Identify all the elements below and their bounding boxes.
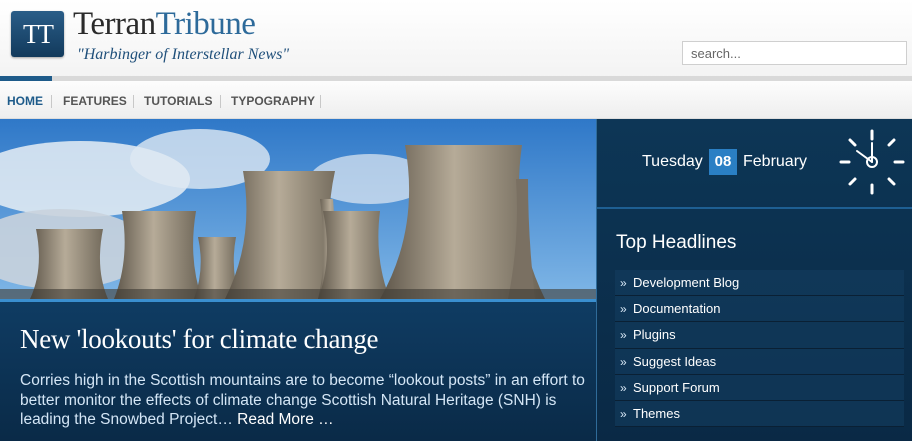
search-input[interactable]	[682, 41, 907, 65]
double-chevron-right-icon: »	[620, 302, 627, 317]
headline-label: Themes	[633, 405, 680, 421]
sidebar-divider	[597, 207, 912, 209]
site-title-first: Terran	[73, 6, 156, 42]
headline-label: Support Forum	[633, 379, 720, 395]
nav-item-tutorials[interactable]: TUTORIALS	[144, 81, 212, 119]
date-number-badge: 08	[709, 149, 737, 175]
headline-item[interactable]: » Plugins	[615, 322, 904, 349]
nav-item-typography[interactable]: TYPOGRAPHY	[231, 81, 315, 119]
featured-title[interactable]: New 'lookouts' for climate change	[20, 324, 379, 355]
site-tagline: "Harbinger of Interstellar News"	[77, 46, 290, 63]
double-chevron-right-icon: »	[620, 354, 627, 369]
nav-item-home[interactable]: HOME	[7, 81, 43, 119]
site-header: TT TerranTribune "Harbinger of Interstel…	[0, 0, 912, 78]
headline-list: » Development Blog » Documentation » Plugin…	[615, 270, 904, 428]
featured-image[interactable]	[0, 119, 596, 299]
read-more-link[interactable]: Read More …	[237, 411, 333, 428]
top-headlines-title: Top Headlines	[616, 232, 737, 253]
featured-excerpt: Corries high in the Scottish mountains a…	[20, 371, 585, 430]
double-chevron-right-icon: »	[620, 328, 627, 343]
headline-item[interactable]: » Suggest Ideas	[615, 348, 904, 375]
nav-item-features[interactable]: FEATURES	[63, 81, 127, 119]
nav-separator	[220, 95, 221, 108]
double-chevron-right-icon: »	[620, 276, 627, 290]
nav-separator	[320, 95, 321, 108]
headline-item[interactable]: » Development Blog	[615, 270, 904, 297]
site-logo[interactable]: TT	[11, 11, 64, 57]
date-day: Tuesday	[642, 153, 703, 170]
headline-label: Plugins	[633, 327, 676, 343]
site-title-second: Tribune	[155, 6, 256, 42]
headline-item[interactable]: » Themes	[615, 400, 904, 428]
site-title[interactable]: TerranTribune	[73, 6, 256, 43]
headline-item[interactable]: » Support Forum	[615, 374, 904, 401]
sidebar: Tuesday 08 February Top Headlines » Devel…	[596, 119, 912, 441]
logo-mark: TT	[23, 19, 54, 49]
headline-label: Documentation	[633, 301, 721, 317]
nav-separator	[133, 95, 134, 108]
main-nav: HOME FEATURES TUTORIALS TYPOGRAPHY	[0, 81, 912, 119]
featured-article: New 'lookouts' for climate change Corrie…	[0, 119, 596, 441]
headline-label: Suggest Ideas	[633, 353, 717, 369]
double-chevron-right-icon: »	[620, 406, 627, 421]
date-month: February	[743, 153, 808, 170]
headline-item[interactable]: » Documentation	[615, 296, 904, 323]
clock-icon	[839, 129, 905, 195]
nav-separator	[51, 95, 52, 108]
headline-label: Development Blog	[633, 275, 740, 290]
double-chevron-right-icon: »	[620, 380, 627, 395]
